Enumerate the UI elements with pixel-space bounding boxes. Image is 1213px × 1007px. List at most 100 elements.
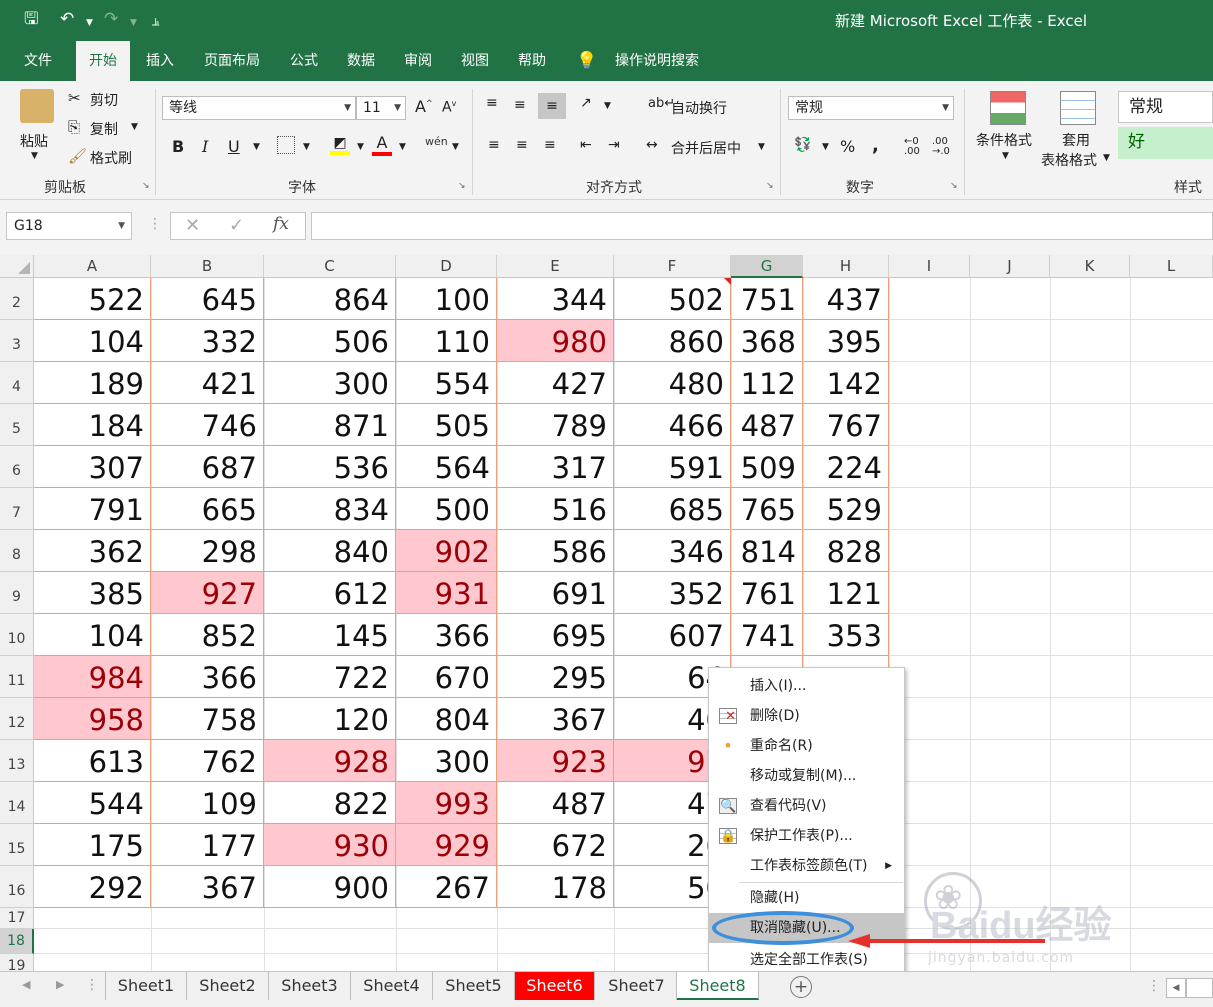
column-header-f[interactable]: F [614,255,731,278]
cell-f7[interactable]: 685 [614,488,730,529]
menu-move-copy[interactable]: 移动或复制(M)... [709,761,904,791]
style-normal[interactable]: 常规 [1118,91,1213,123]
increase-indent-icon[interactable]: ⇥ [608,137,620,153]
hscroll-left-icon[interactable]: ◀ [1166,978,1186,998]
cell-c7[interactable]: 834 [264,488,395,529]
cell-e8[interactable]: 586 [497,530,613,571]
cell-a13[interactable]: 613 [34,740,150,781]
cell-e5[interactable]: 789 [497,404,613,445]
paste-icon[interactable] [20,89,54,123]
tab-page-layout[interactable]: 页面布局 [192,41,272,81]
row-header-3[interactable]: 3 [0,320,34,362]
cell-b10[interactable]: 852 [151,614,263,655]
decrease-font-icon[interactable]: Av [442,99,456,116]
column-header-h[interactable]: H [803,255,889,278]
cell-d13[interactable]: 300 [396,740,496,781]
row-header-2[interactable]: 2 [0,278,34,320]
tab-file[interactable]: 文件 [10,41,66,81]
row-header-16[interactable]: 16 [0,866,34,908]
select-all-corner[interactable] [0,255,34,278]
column-header-i[interactable]: I [889,255,970,278]
cell-c9[interactable]: 612 [264,572,395,613]
underline-dropdown-icon[interactable]: ▼ [253,142,260,152]
sheet-tab-sheet7[interactable]: Sheet7 [597,972,677,1000]
sheet-list-icon[interactable]: ⋮ [85,977,99,993]
decrease-decimal-icon[interactable]: .00 →.0 [932,137,950,157]
undo-dropdown-icon[interactable]: ▼ [86,12,93,34]
cell-e2[interactable]: 344 [497,278,613,319]
cell-h10[interactable]: 353 [803,614,888,655]
cell-e15[interactable]: 672 [497,824,613,865]
column-header-l[interactable]: L [1130,255,1213,278]
cell-a16[interactable]: 292 [34,866,150,907]
italic-icon[interactable]: I [202,137,208,156]
cell-a15[interactable]: 175 [34,824,150,865]
cell-c4[interactable]: 300 [264,362,395,403]
row-header-6[interactable]: 6 [0,446,34,488]
tab-help[interactable]: 帮助 [508,41,556,81]
cell-b2[interactable]: 645 [151,278,263,319]
cell-a10[interactable]: 104 [34,614,150,655]
cell-d5[interactable]: 505 [396,404,496,445]
cell-b6[interactable]: 687 [151,446,263,487]
cell-c16[interactable]: 900 [264,866,395,907]
cell-g6[interactable]: 509 [731,446,802,487]
percent-icon[interactable]: % [840,137,855,156]
phonetic-dropdown-icon[interactable]: ▼ [452,142,459,152]
decrease-indent-icon[interactable]: ⇤ [580,137,592,153]
cell-c10[interactable]: 145 [264,614,395,655]
cell-f8[interactable]: 346 [614,530,730,571]
format-as-table-label-1[interactable]: 套用 [1062,130,1090,150]
column-header-a[interactable]: A [34,255,151,278]
cell-c11[interactable]: 722 [264,656,395,697]
row-header-12[interactable]: 12 [0,698,34,740]
increase-decimal-icon[interactable]: ←0.00 [904,137,920,157]
copy-dropdown-icon[interactable]: ▼ [131,122,138,132]
copy-button[interactable]: 复制 [90,119,118,139]
cell-d2[interactable]: 100 [396,278,496,319]
menu-tab-color[interactable]: 工作表标签颜色(T) ▶ [709,851,904,881]
cell-e3[interactable]: 980 [497,320,613,361]
number-launcher-icon[interactable]: ↘ [950,181,958,191]
cell-d14[interactable]: 993 [396,782,496,823]
accounting-format-icon[interactable]: 💱 [794,137,811,153]
cell-a8[interactable]: 362 [34,530,150,571]
cell-g7[interactable]: 765 [731,488,802,529]
style-good[interactable]: 好 [1118,127,1213,159]
customize-qat-icon[interactable]: ⫡ [152,11,159,33]
cell-a5[interactable]: 184 [34,404,150,445]
cell-h8[interactable]: 828 [803,530,888,571]
cell-h2[interactable]: 437 [803,278,888,319]
cell-h7[interactable]: 529 [803,488,888,529]
accounting-dropdown-icon[interactable]: ▼ [822,142,829,152]
cell-e14[interactable]: 487 [497,782,613,823]
cell-g2[interactable]: 751 [731,278,802,319]
column-header-e[interactable]: E [497,255,614,278]
cell-b7[interactable]: 665 [151,488,263,529]
row-header-7[interactable]: 7 [0,488,34,530]
align-left-icon[interactable]: ≡ [488,137,500,153]
cell-c15[interactable]: 930 [264,824,395,865]
bold-icon[interactable]: B [172,137,184,156]
worksheet-grid[interactable]: A B C D E F G H I J K L 2 3 4 5 6 7 8 9 10 11 12 13 14 15 16 17 18 19… [0,255,1213,979]
cell-b16[interactable]: 367 [151,866,263,907]
cell-a11[interactable]: 984 [34,656,150,697]
alignment-launcher-icon[interactable]: ↘ [766,181,774,191]
hscroll-track[interactable] [1186,978,1213,998]
underline-icon[interactable]: U [228,137,240,156]
menu-view-code[interactable]: 🔍 查看代码(V) [709,791,904,821]
cell-f10[interactable]: 607 [614,614,730,655]
sheet-tab-sheet1[interactable]: Sheet1 [105,972,187,1000]
align-right-icon[interactable]: ≡ [544,137,556,153]
menu-unhide[interactable]: 取消隐藏(U)... [709,913,904,943]
cell-a2[interactable]: 522 [34,278,150,319]
cell-c2[interactable]: 864 [264,278,395,319]
row-header-18[interactable]: 18 [0,929,34,954]
tab-formulas[interactable]: 公式 [280,41,328,81]
borders-icon[interactable] [277,136,295,154]
cell-e13[interactable]: 923 [497,740,613,781]
cell-c3[interactable]: 506 [264,320,395,361]
cell-g5[interactable]: 487 [731,404,802,445]
font-size-select[interactable]: 11 ▼ [356,96,406,120]
cell-g9[interactable]: 761 [731,572,802,613]
